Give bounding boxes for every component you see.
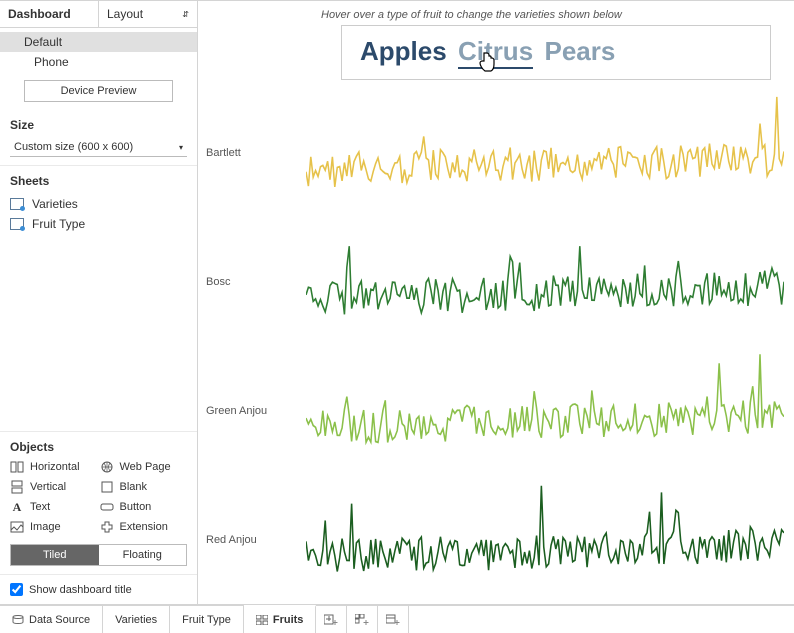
- btab-label: Varieties: [115, 614, 157, 626]
- chevron-down-icon: ▾: [179, 143, 183, 152]
- tiled-button[interactable]: Tiled: [11, 545, 99, 565]
- sheet-icon: [10, 198, 24, 210]
- chart-label: Bartlett: [206, 147, 306, 159]
- hover-hint: Hover over a type of fruit to change the…: [321, 9, 784, 21]
- tab-layout-label: Layout: [107, 7, 143, 21]
- btab-fruit-type[interactable]: Fruit Type: [170, 606, 244, 633]
- size-value: Custom size (600 x 600): [14, 141, 133, 153]
- horizontal-icon: [10, 460, 24, 474]
- chart-row-bartlett: Bartlett: [206, 88, 784, 217]
- chart-line: [306, 88, 784, 217]
- btab-label: Fruits: [273, 614, 304, 626]
- btab-label: Fruit Type: [182, 614, 231, 626]
- datasource-icon: [12, 615, 24, 625]
- new-story-icon: [386, 614, 400, 626]
- new-dashboard-button[interactable]: [347, 606, 378, 633]
- floating-button[interactable]: Floating: [99, 545, 187, 565]
- sheet-label: Fruit Type: [32, 217, 85, 231]
- sheet-fruit-type[interactable]: Fruit Type: [10, 214, 187, 234]
- dashboard-icon: [256, 615, 268, 625]
- chart-label: Green Anjou: [206, 405, 306, 417]
- obj-label: Horizontal: [30, 461, 80, 473]
- obj-label: Blank: [120, 481, 148, 493]
- sidebar-top-tabs: Dashboard Layout ⇵: [0, 1, 197, 28]
- obj-blank[interactable]: Blank: [100, 480, 188, 494]
- tab-layout[interactable]: Layout ⇵: [99, 1, 197, 27]
- size-title: Size: [10, 118, 187, 132]
- obj-label: Vertical: [30, 481, 66, 493]
- sheet-varieties[interactable]: Varieties: [10, 194, 187, 214]
- sheet-icon: [10, 218, 24, 230]
- sheets-title: Sheets: [10, 174, 187, 188]
- new-story-button[interactable]: [378, 606, 409, 633]
- vertical-icon: [10, 480, 24, 494]
- sidebar: Dashboard Layout ⇵ Default Phone Device P…: [0, 1, 198, 604]
- image-icon: [10, 520, 24, 534]
- btab-varieties[interactable]: Varieties: [103, 606, 170, 633]
- objects-panel: Objects Horizontal Web Page Vertical Bla…: [0, 432, 197, 575]
- size-select[interactable]: Custom size (600 x 600) ▾: [10, 138, 187, 157]
- show-title-label: Show dashboard title: [29, 584, 132, 596]
- new-worksheet-button[interactable]: [316, 606, 347, 633]
- obj-button[interactable]: Button: [100, 500, 188, 514]
- chart-label: Red Anjou: [206, 534, 306, 546]
- device-phone[interactable]: Phone: [0, 52, 197, 72]
- button-icon: [100, 500, 114, 514]
- obj-horizontal[interactable]: Horizontal: [10, 460, 98, 474]
- layout-caret-icon: ⇵: [182, 10, 189, 19]
- show-title-checkbox[interactable]: [10, 583, 23, 596]
- blank-icon: [100, 480, 114, 494]
- tab-dashboard[interactable]: Dashboard: [0, 1, 99, 27]
- tile-float-toggle: Tiled Floating: [10, 544, 187, 566]
- fruit-type-sheet[interactable]: Apples Citrus Pears: [341, 25, 771, 80]
- obj-label: Extension: [120, 521, 168, 533]
- fruit-pears[interactable]: Pears: [545, 36, 616, 67]
- obj-label: Button: [120, 501, 152, 513]
- btab-label: Data Source: [29, 614, 90, 626]
- new-worksheet-icon: [324, 614, 338, 626]
- obj-extension[interactable]: Extension: [100, 520, 188, 534]
- dashboard-canvas: Hover over a type of fruit to change the…: [198, 1, 794, 604]
- btab-data-source[interactable]: Data Source: [0, 606, 103, 633]
- varieties-sheet[interactable]: Bartlett Bosc Green Anjou Red Anjou: [206, 88, 784, 604]
- obj-label: Image: [30, 521, 61, 533]
- sheet-label: Varieties: [32, 197, 78, 211]
- device-default[interactable]: Default: [0, 32, 197, 52]
- obj-text[interactable]: A Text: [10, 500, 98, 514]
- sheets-panel: Sheets Varieties Fruit Type: [0, 166, 197, 432]
- chart-row-bosc: Bosc: [206, 217, 784, 346]
- obj-vertical[interactable]: Vertical: [10, 480, 98, 494]
- device-preview-button[interactable]: Device Preview: [24, 80, 173, 102]
- obj-webpage[interactable]: Web Page: [100, 460, 188, 474]
- chart-row-green-anjou: Green Anjou: [206, 346, 784, 475]
- size-panel: Size Custom size (600 x 600) ▾: [0, 110, 197, 166]
- chart-row-red-anjou: Red Anjou: [206, 475, 784, 604]
- obj-image[interactable]: Image: [10, 520, 98, 534]
- btab-fruits[interactable]: Fruits: [244, 605, 317, 633]
- show-title-row[interactable]: Show dashboard title: [0, 575, 197, 604]
- chart-line: [306, 217, 784, 346]
- bottom-tabs: Data Source Varieties Fruit Type Fruits: [0, 605, 794, 633]
- fruit-apples[interactable]: Apples: [360, 36, 447, 67]
- chart-label: Bosc: [206, 276, 306, 288]
- device-list: Default Phone Device Preview: [0, 28, 197, 110]
- chart-line: [306, 346, 784, 475]
- text-icon: A: [10, 500, 24, 514]
- extension-icon: [100, 520, 114, 534]
- tab-dashboard-label: Dashboard: [8, 7, 71, 21]
- chart-line: [306, 475, 784, 604]
- new-dashboard-icon: [355, 614, 369, 626]
- objects-title: Objects: [10, 440, 187, 454]
- pointer-cursor-icon: [478, 52, 498, 74]
- obj-label: Web Page: [120, 461, 171, 473]
- obj-label: Text: [30, 501, 50, 513]
- globe-icon: [100, 460, 114, 474]
